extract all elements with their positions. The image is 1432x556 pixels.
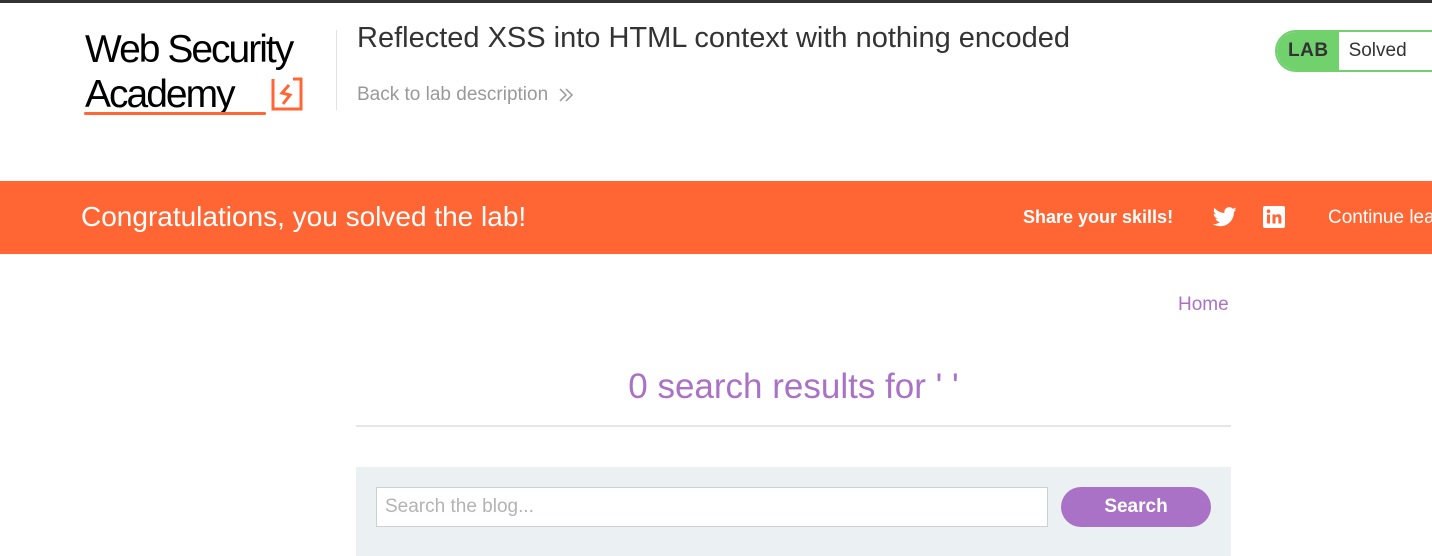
- congratulations-message: Congratulations, you solved the lab!: [81, 201, 527, 232]
- home-link[interactable]: Home: [1178, 294, 1229, 316]
- top-border: [0, 0, 1432, 3]
- lab-title: Reflected XSS into HTML context with not…: [357, 22, 1071, 54]
- web-security-academy-logo[interactable]: Web Security Academy: [82, 28, 332, 120]
- lab-status-widget: LAB Solved: [1275, 30, 1432, 72]
- lab-badge: LAB: [1277, 32, 1339, 70]
- solved-banner: Congratulations, you solved the lab! Sha…: [0, 181, 1432, 254]
- linkedin-icon[interactable]: [1263, 206, 1285, 228]
- back-link-label: Back to lab description: [357, 84, 549, 105]
- search-panel: Search: [356, 467, 1231, 556]
- share-skills-label: Share your skills!: [1023, 207, 1174, 227]
- logo-line-2: Academy: [85, 73, 236, 116]
- search-results-heading: 0 search results for ' ': [628, 367, 959, 406]
- back-to-lab-description-link[interactable]: Back to lab description: [357, 84, 574, 106]
- double-chevron-right-icon: [559, 88, 574, 102]
- logo-underline: [84, 112, 266, 115]
- logo-line-1: Web Security: [85, 28, 294, 71]
- lab-status-text: Solved: [1348, 40, 1407, 61]
- search-input[interactable]: [376, 487, 1048, 527]
- continue-learning-link[interactable]: Continue lea: [1328, 207, 1432, 229]
- header-divider: [336, 30, 337, 110]
- results-divider: [356, 425, 1231, 427]
- search-button[interactable]: Search: [1061, 487, 1211, 527]
- twitter-icon[interactable]: [1213, 206, 1237, 228]
- logo-mark-icon: [271, 77, 303, 111]
